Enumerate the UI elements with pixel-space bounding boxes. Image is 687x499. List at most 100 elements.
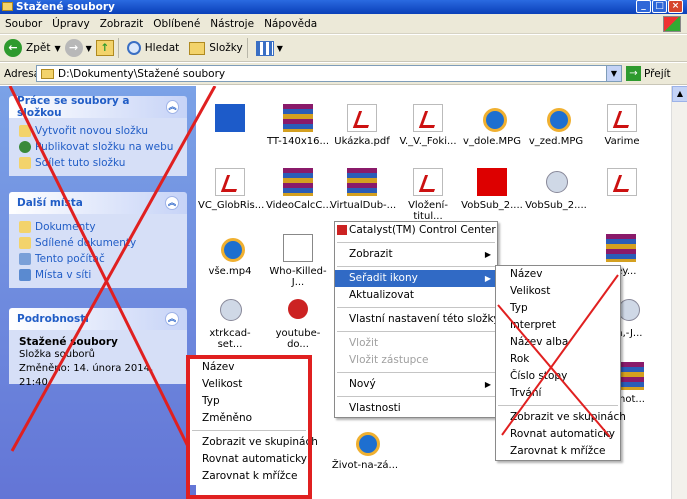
- menu-divider: [337, 242, 495, 243]
- file-label: Ukázka.pdf: [334, 136, 390, 147]
- chevron-down-icon[interactable]: ▼: [86, 44, 92, 53]
- chevron-down-icon[interactable]: ▼: [606, 66, 621, 81]
- folders-icon: [189, 41, 206, 55]
- file-item[interactable]: VirtualDub-...: [330, 168, 396, 211]
- search-icon: [126, 41, 141, 55]
- file-label: VobSub_2....: [525, 200, 587, 211]
- youtube-icon: [283, 296, 313, 324]
- toolbar-separator: [117, 38, 119, 58]
- file-item[interactable]: Vložení-titul...: [396, 168, 460, 222]
- chevron-down-icon[interactable]: ▼: [277, 44, 283, 53]
- toolbar: ← Zpět ▼ → ▼ ↑ Hledat Složky ▼: [0, 35, 687, 62]
- file-item[interactable]: TT-140x16...: [266, 104, 330, 147]
- toolbar-separator: [246, 38, 248, 58]
- folders-button[interactable]: Složky: [189, 41, 243, 55]
- file-label: Varime: [604, 136, 640, 147]
- ctx-label: Nový: [349, 378, 376, 390]
- video-icon: [477, 104, 507, 132]
- ctx-refresh[interactable]: Aktualizovat: [335, 287, 497, 304]
- ctx-arrange-icons[interactable]: Seřadit ikony ▶: [335, 270, 497, 287]
- vobsub-icon: [477, 168, 507, 196]
- catalyst-icon: [337, 225, 347, 235]
- ctx-paste-shortcut[interactable]: Vložit zástupce: [335, 352, 497, 369]
- file-item[interactable]: Ukázka.pdf: [330, 104, 394, 147]
- scroll-up-icon[interactable]: ▲: [672, 86, 687, 102]
- annotation-cross-submenu: [497, 274, 619, 438]
- file-item[interactable]: v_zed.MPG: [524, 104, 588, 147]
- chevron-down-icon[interactable]: ▼: [54, 44, 60, 53]
- folder-icon: [2, 2, 13, 11]
- file-item[interactable]: [590, 168, 654, 200]
- up-folder-icon: ↑: [95, 40, 114, 56]
- file-item[interactable]: Varime: [590, 104, 654, 147]
- folders-label: Složky: [209, 42, 243, 54]
- file-label: Život-na-zá...: [331, 460, 399, 471]
- menu-upravy[interactable]: Úpravy: [47, 18, 95, 30]
- archive-icon: [283, 168, 313, 196]
- up-folder-button[interactable]: ↑: [95, 40, 114, 56]
- file-item[interactable]: youtube-do...: [266, 296, 330, 350]
- file-item[interactable]: Who-Killed-J...: [266, 234, 330, 288]
- ctx-catalyst[interactable]: Catalyst(TM) Control Center: [335, 222, 497, 239]
- menu-divider: [337, 307, 495, 308]
- file-label: TT-140x16...: [267, 136, 329, 147]
- go-label: Přejít: [644, 67, 671, 80]
- go-button[interactable]: → Přejít: [626, 66, 671, 81]
- menu-nastroje[interactable]: Nástroje: [205, 18, 259, 30]
- file-item[interactable]: VideoCalcC...: [266, 168, 332, 211]
- ctx-new[interactable]: Nový ▶: [335, 376, 497, 393]
- ctx-label: Vložit: [349, 337, 379, 349]
- submenu-arrow-icon: ▶: [484, 250, 491, 259]
- back-arrow-icon: ←: [4, 39, 22, 57]
- ctx-label: Vlastnosti: [349, 402, 401, 414]
- go-arrow-icon: →: [626, 66, 641, 81]
- menu-napoveda[interactable]: Nápověda: [259, 18, 322, 30]
- file-label: Who-Killed-J...: [269, 266, 327, 288]
- pdf-icon: [413, 104, 443, 132]
- forward-arrow-icon: →: [64, 39, 83, 57]
- sub-label: Zarovnat k mřížce: [510, 445, 606, 457]
- file-item[interactable]: v_dole.MPG: [460, 104, 524, 147]
- menu-divider: [337, 266, 495, 267]
- context-menu: Catalyst(TM) Control Center Zobrazit ▶ Se…: [334, 221, 508, 418]
- file-label: VobSub_2....: [461, 200, 523, 211]
- ctx-label: Aktualizovat: [349, 289, 415, 301]
- search-button[interactable]: Hledat: [126, 41, 179, 55]
- ctx-view[interactable]: Zobrazit ▶: [335, 246, 497, 263]
- ctx-paste[interactable]: Vložit: [335, 335, 497, 352]
- annotation-line: [8, 86, 207, 482]
- minimize-button[interactable]: _: [636, 0, 651, 13]
- file-item[interactable]: Život-na-zá...: [330, 428, 400, 471]
- windows-logo-icon: [663, 16, 681, 32]
- menu-oblibene[interactable]: Oblíbené: [148, 18, 205, 30]
- ctx-label: Vlastní nastavení této složky...: [349, 313, 508, 325]
- menu-divider: [337, 396, 495, 397]
- menu-soubor[interactable]: Soubor: [0, 18, 47, 30]
- menu-divider: [337, 331, 495, 332]
- views-button[interactable]: ▼: [255, 40, 283, 56]
- close-button[interactable]: ×: [668, 0, 683, 13]
- file-label: v_dole.MPG: [463, 136, 521, 147]
- address-input[interactable]: D:\Dokumenty\Stažené soubory ▼: [36, 65, 622, 82]
- pdf-icon: [347, 104, 377, 132]
- file-item[interactable]: VobSub_2....: [524, 168, 588, 211]
- vertical-scrollbar[interactable]: ▲: [671, 86, 687, 499]
- views-icon: [255, 40, 274, 56]
- address-value: D:\Dokumenty\Stažené soubory: [58, 67, 226, 80]
- video-icon: [350, 428, 380, 456]
- ctx-label: Catalyst(TM) Control Center: [349, 224, 496, 236]
- back-button[interactable]: ← Zpět ▼: [4, 39, 61, 57]
- file-item[interactable]: VobSub_2....: [460, 168, 524, 211]
- window-title: Stažené soubory: [16, 1, 115, 13]
- forward-button[interactable]: → ▼: [64, 39, 92, 57]
- menu-zobrazit[interactable]: Zobrazit: [95, 18, 149, 30]
- ctx-label: Vložit zástupce: [349, 354, 429, 366]
- ctx-properties[interactable]: Vlastnosti: [335, 400, 497, 417]
- file-item[interactable]: V._V._Foki...: [396, 104, 460, 147]
- maximize-button[interactable]: □: [652, 0, 667, 13]
- folder-icon: [41, 68, 54, 79]
- ctx-customize-folder[interactable]: Vlastní nastavení této složky...: [335, 311, 508, 328]
- menu-bar: Soubor Úpravy Zobrazit Oblíbené Nástroje…: [0, 14, 687, 34]
- sub-align-grid[interactable]: Zarovnat k mřížce: [496, 443, 620, 460]
- document-icon: [283, 234, 313, 262]
